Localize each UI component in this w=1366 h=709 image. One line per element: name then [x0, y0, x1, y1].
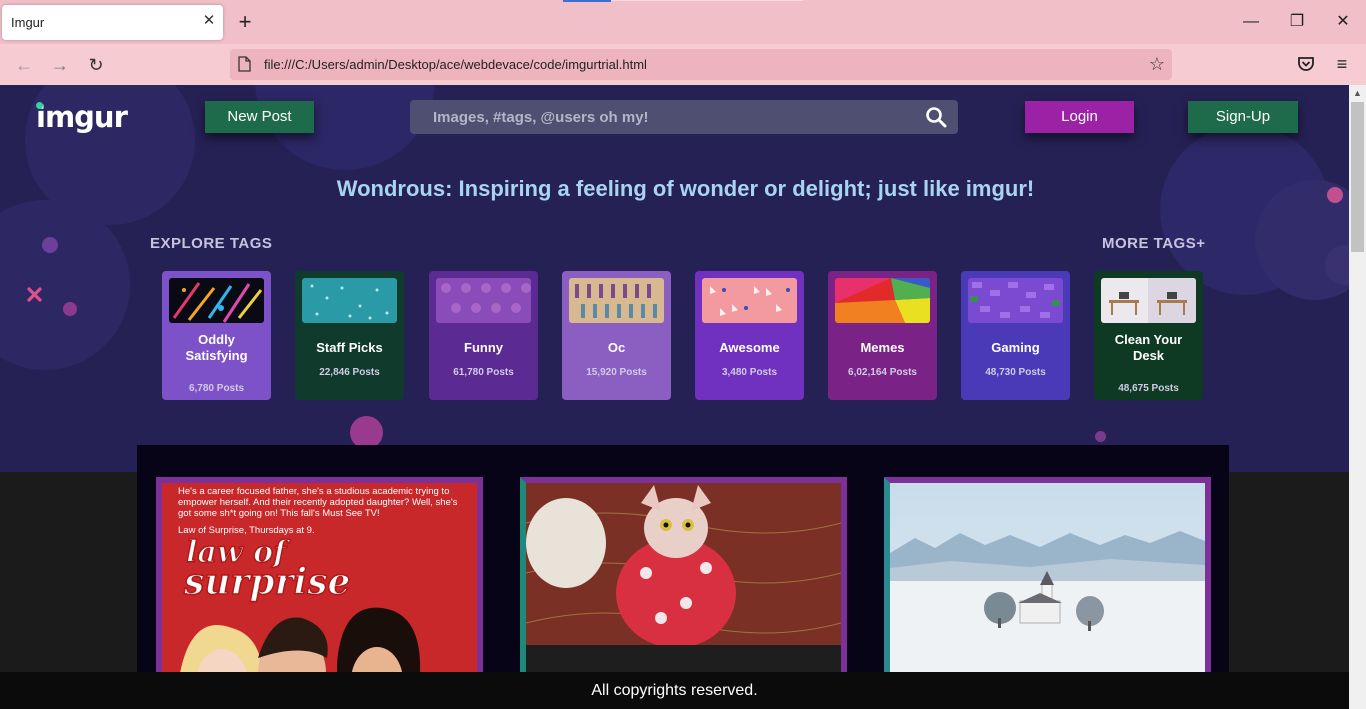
tag-thumbnail	[302, 278, 397, 323]
tag-card-memes[interactable]: Memes 6,02,164 Posts	[828, 271, 937, 400]
post-gallery: He's a career focused father, she's a st…	[137, 445, 1229, 709]
decor-dot	[42, 237, 58, 253]
hamburger-menu-icon[interactable]: ≡	[1331, 53, 1353, 75]
tag-name: Awesome	[719, 340, 780, 355]
new-tab-button[interactable]: +	[233, 9, 257, 35]
search-icon[interactable]	[925, 106, 947, 128]
decor-dot	[63, 302, 77, 316]
scrollbar-thumb[interactable]	[1351, 102, 1364, 252]
tag-post-count: 22,846 Posts	[319, 367, 380, 378]
scroll-up-arrow-icon[interactable]: ▲	[1349, 85, 1366, 102]
tag-thumbnail	[702, 278, 797, 323]
tag-post-count: 15,920 Posts	[586, 367, 647, 378]
tag-post-count: 6,780 Posts	[188, 383, 245, 394]
tag-thumbnail	[569, 278, 664, 323]
decor-dot	[1095, 431, 1106, 442]
tag-thumbnail	[436, 278, 531, 323]
tag-name: Oc	[607, 340, 626, 355]
pocket-icon[interactable]	[1295, 53, 1317, 75]
imgur-logo[interactable]: imgur	[36, 100, 128, 134]
footer-copyright: All copyrights reserved.	[0, 672, 1349, 709]
new-post-button[interactable]: New Post	[205, 101, 314, 133]
window-restore-button[interactable]: ❐	[1274, 8, 1320, 36]
post-caption: He's a career focused father, she's a st…	[178, 486, 458, 519]
tag-thumbnail	[968, 278, 1063, 323]
signup-button[interactable]: Sign-Up	[1188, 101, 1298, 133]
tag-post-count: 48,730 Posts	[985, 367, 1046, 378]
url-text[interactable]: file:///C:/Users/admin/Desktop/ace/webde…	[264, 57, 647, 72]
decor-bubble	[0, 200, 130, 370]
loading-indicator	[563, 0, 611, 2]
bookmark-star-icon[interactable]: ☆	[1146, 53, 1168, 75]
tag-card-oddly-satisfying[interactable]: Oddly Satisfying 6,780 Posts	[162, 271, 271, 400]
hero-section: imgur New Post Images, #tags, @users oh …	[0, 85, 1349, 472]
tag-post-count: 48,675 Posts	[1118, 383, 1179, 394]
search-input[interactable]: Images, #tags, @users oh my!	[433, 109, 649, 126]
page-viewport: imgur New Post Images, #tags, @users oh …	[0, 85, 1349, 709]
tag-name: Gaming	[991, 340, 1040, 355]
post-image	[526, 483, 841, 648]
tag-name: Oddly Satisfying	[185, 332, 248, 363]
tag-name: Funny	[464, 340, 503, 355]
tag-card-gaming[interactable]: Gaming 48,730 Posts	[961, 271, 1070, 400]
page-scrollbar[interactable]: ▲	[1349, 85, 1366, 709]
loading-indicator-track	[611, 0, 803, 1]
logo-dot	[36, 102, 43, 109]
tag-card-staff-picks[interactable]: Staff Picks 22,846 Posts	[295, 271, 404, 400]
tag-thumbnail	[169, 278, 264, 323]
tag-name: Staff Picks	[316, 340, 383, 355]
reload-icon[interactable]: ↻	[83, 52, 109, 78]
tab-close-icon[interactable]: ✕	[200, 12, 218, 30]
tag-card-clean-your-desk[interactable]: Clean Your Desk 48,675 Posts	[1094, 271, 1203, 400]
tag-thumbnail	[835, 278, 930, 323]
forward-arrow-icon[interactable]: →	[47, 52, 73, 78]
browser-toolbar: ← → ↻ file:///C:/Users/admin/Desktop/ace…	[0, 44, 1366, 85]
page-icon	[238, 56, 251, 72]
tag-post-count: 6,02,164 Posts	[848, 367, 917, 378]
more-tags-link[interactable]: MORE TAGS+	[1102, 235, 1205, 252]
tag-name: Memes	[860, 340, 905, 355]
tagline: Wondrous: Inspiring a feeling of wonder …	[336, 176, 1035, 201]
tag-card-awesome[interactable]: Awesome 3,480 Posts	[695, 271, 804, 400]
login-button[interactable]: Login	[1025, 101, 1134, 133]
tag-name: Clean Your Desk	[1114, 332, 1183, 363]
explore-tags-heading: EXPLORE TAGS	[150, 235, 273, 252]
tag-thumbnail	[1101, 278, 1196, 323]
window-close-button[interactable]: ✕	[1320, 8, 1366, 36]
address-bar[interactable]: file:///C:/Users/admin/Desktop/ace/webde…	[230, 49, 1172, 80]
tab-title: Imgur	[11, 15, 45, 30]
decor-cross-icon	[27, 287, 42, 302]
browser-tab-strip: Imgur ✕ + — ❐ ✕	[0, 0, 1366, 44]
tag-post-count: 61,780 Posts	[453, 367, 514, 378]
tag-post-count: 3,480 Posts	[721, 367, 778, 378]
tag-card-funny[interactable]: Funny 61,780 Posts	[429, 271, 538, 400]
tag-card-oc[interactable]: Oc 15,920 Posts	[562, 271, 671, 400]
browser-tab[interactable]: Imgur ✕	[2, 5, 223, 40]
window-minimize-button[interactable]: —	[1228, 8, 1274, 36]
back-arrow-icon[interactable]: ←	[11, 52, 37, 78]
search-bar[interactable]: Images, #tags, @users oh my!	[410, 100, 958, 134]
